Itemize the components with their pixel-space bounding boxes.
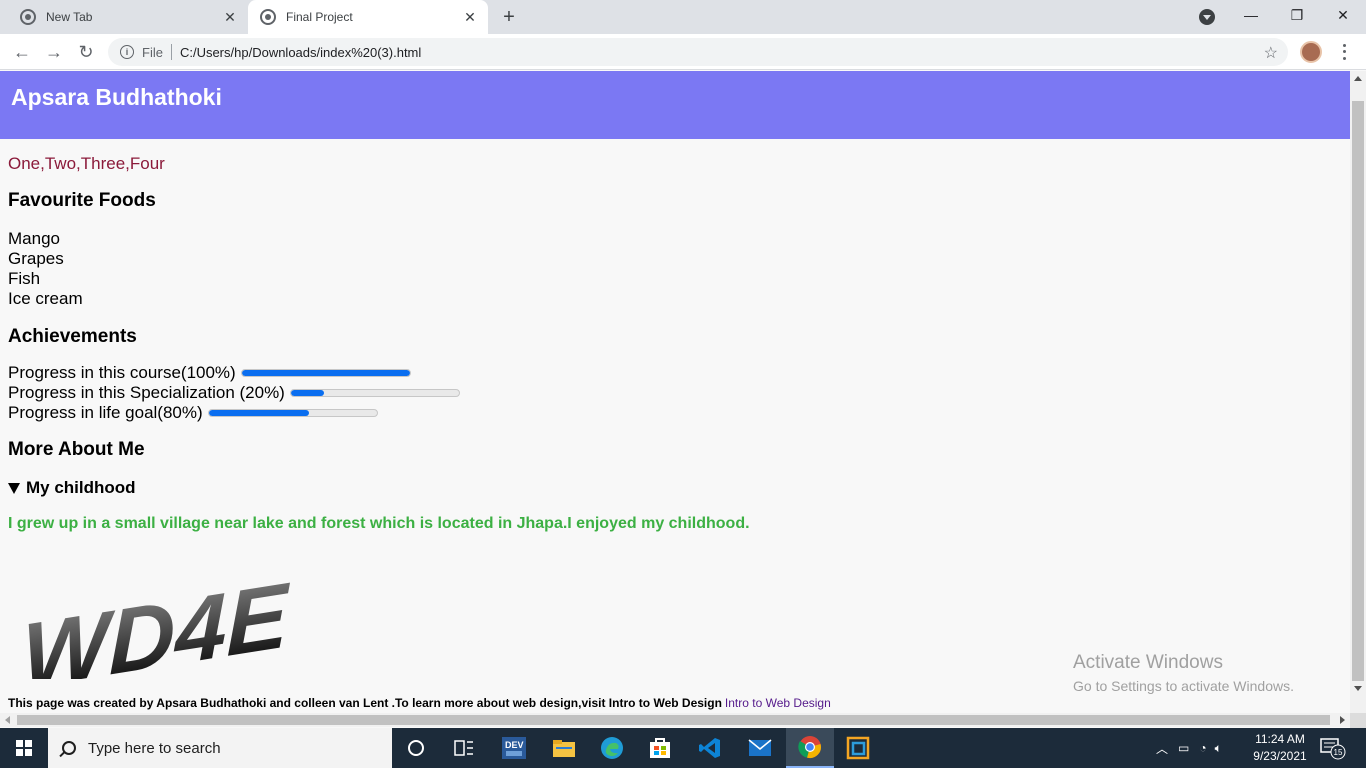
numbers-line: One,Two,Three,Four — [8, 154, 165, 173]
search-placeholder: Type here to search — [88, 739, 221, 757]
profile-avatar[interactable] — [1300, 41, 1322, 63]
page-viewport: Apsara Budhathoki One,Two,Three,Four Fav… — [0, 71, 1350, 713]
horizontal-scrollbar[interactable] — [0, 713, 1350, 727]
more-about-heading: More About Me — [8, 439, 145, 460]
search-icon — [62, 741, 76, 755]
mail-icon[interactable] — [736, 728, 784, 768]
taskbar-clock[interactable]: 11:24 AM 9/23/2021 — [1246, 731, 1314, 765]
watermark-subtitle: Go to Settings to activate Windows. — [1073, 678, 1294, 694]
dev-icon[interactable]: DEV — [490, 728, 538, 768]
progress-label: Progress in this Specialization (20%) — [8, 383, 285, 402]
chevron-up-icon[interactable]: ︿ — [1156, 740, 1168, 757]
notification-count: 15 — [1334, 748, 1343, 757]
bookmark-star-icon[interactable]: ☆ — [1264, 43, 1278, 63]
info-icon[interactable]: i — [120, 45, 134, 59]
progress-fill — [241, 370, 410, 376]
food-item: Mango — [8, 229, 60, 248]
divider — [170, 44, 172, 60]
kebab-menu-icon[interactable] — [1336, 42, 1352, 62]
system-tray: ︿ ▭ ◔ 🔈︎ — [1156, 728, 1222, 768]
windows-logo-icon — [16, 740, 32, 756]
clock-time: 11:24 AM — [1255, 732, 1305, 746]
achievements-heading: Achievements — [8, 326, 137, 347]
food-item: Grapes — [8, 249, 64, 268]
progress-row: Progress in this Specialization (20%) — [8, 383, 460, 403]
scrollbar-corner — [1350, 713, 1366, 728]
back-arrow-icon[interactable]: ← — [10, 40, 34, 64]
logo-text: WD4E — [22, 562, 291, 679]
new-tab-button[interactable]: + — [498, 6, 520, 28]
scroll-up-icon[interactable] — [1354, 76, 1362, 81]
progress-fill — [290, 390, 325, 396]
globe-favicon-icon — [260, 9, 276, 25]
taskbar-search[interactable]: Type here to search — [48, 728, 392, 768]
page-footer: This page was created by Apsara Budhatho… — [8, 696, 831, 710]
watermark-title: Activate Windows — [1073, 652, 1223, 673]
clock-date: 9/23/2021 — [1253, 749, 1307, 763]
svg-text:DEV: DEV — [505, 740, 524, 750]
close-tab-icon[interactable]: ✕ — [220, 7, 240, 27]
wd4e-logo: WD4E — [18, 549, 318, 708]
summary-label: My childhood — [26, 478, 136, 497]
wifi-icon[interactable]: ◔ — [1199, 741, 1206, 755]
footer-link[interactable]: Intro to Web Design — [725, 696, 831, 710]
tab-new-tab[interactable]: New Tab ✕ — [8, 0, 248, 34]
app-icon[interactable] — [834, 728, 882, 768]
progress-label: Progress in this course(100%) — [8, 363, 236, 382]
notification-icon[interactable]: 15 — [1320, 736, 1346, 760]
footer-text: This page was created by Apsara Budhatho… — [8, 696, 722, 710]
food-item: Fish — [8, 269, 41, 288]
progress-row: Progress in this course(100%) — [8, 363, 411, 383]
scroll-thumb[interactable] — [1352, 101, 1364, 681]
scheme-label: File — [142, 44, 163, 60]
forward-arrow-icon[interactable]: → — [42, 40, 66, 64]
url-text[interactable]: C:/Users/hp/Downloads/index%20(3).html — [180, 45, 421, 60]
tab-title: New Tab — [46, 10, 93, 24]
tab-strip: New Tab ✕ Final Project ✕ + — ❐ ✕ — [0, 0, 1366, 34]
tab-title: Final Project — [286, 10, 353, 24]
reload-icon[interactable]: ↻ — [74, 40, 98, 64]
store-icon[interactable] — [636, 728, 684, 768]
tab-search-icon[interactable] — [1199, 9, 1215, 25]
start-button[interactable] — [0, 728, 48, 768]
scroll-left-icon[interactable] — [5, 716, 10, 724]
restore-button[interactable]: ❐ — [1274, 0, 1320, 30]
activation-watermark: Activate Windows Go to Settings to activ… — [1073, 652, 1294, 694]
minimize-button[interactable]: — — [1228, 0, 1274, 30]
page-header: Apsara Budhathoki — [0, 71, 1350, 139]
progress-bar — [240, 369, 411, 377]
close-window-button[interactable]: ✕ — [1320, 0, 1366, 30]
cortana-icon[interactable] — [392, 728, 440, 768]
chrome-favicon-icon — [20, 9, 36, 25]
volume-icon[interactable]: 🔈︎ — [1215, 741, 1222, 756]
vscode-icon[interactable] — [686, 728, 734, 768]
disclosure-triangle-icon — [8, 482, 20, 494]
battery-icon[interactable]: ▭ — [1178, 741, 1189, 755]
browser-toolbar: ← → ↻ i File C:/Users/hp/Downloads/index… — [0, 34, 1366, 70]
food-item: Ice cream — [8, 289, 83, 308]
childhood-text: I grew up in a small village near lake a… — [8, 515, 750, 532]
progress-bar — [207, 409, 378, 417]
favourite-foods-heading: Favourite Foods — [8, 190, 156, 211]
tab-final-project[interactable]: Final Project ✕ — [248, 0, 488, 34]
scroll-thumb[interactable] — [17, 715, 1330, 725]
scroll-right-icon[interactable] — [1340, 716, 1345, 724]
task-view-icon[interactable] — [440, 728, 488, 768]
windows-taskbar: Type here to search DEV ︿ ▭ ◔ 🔈︎ 11:24 A… — [0, 728, 1366, 768]
page-title: Apsara Budhathoki — [11, 84, 222, 110]
close-tab-icon[interactable]: ✕ — [460, 7, 480, 27]
vertical-scrollbar[interactable] — [1350, 71, 1366, 713]
chrome-icon[interactable] — [786, 728, 834, 768]
edge-icon[interactable] — [588, 728, 636, 768]
progress-row: Progress in life goal(80%) — [8, 403, 378, 423]
scroll-down-icon[interactable] — [1354, 686, 1362, 691]
file-explorer-icon[interactable] — [540, 728, 588, 768]
address-bar[interactable]: i File C:/Users/hp/Downloads/index%20(3)… — [108, 38, 1288, 66]
progress-label: Progress in life goal(80%) — [8, 403, 203, 422]
details-summary[interactable]: My childhood — [8, 478, 136, 498]
progress-bar — [289, 389, 460, 397]
progress-fill — [208, 410, 310, 416]
